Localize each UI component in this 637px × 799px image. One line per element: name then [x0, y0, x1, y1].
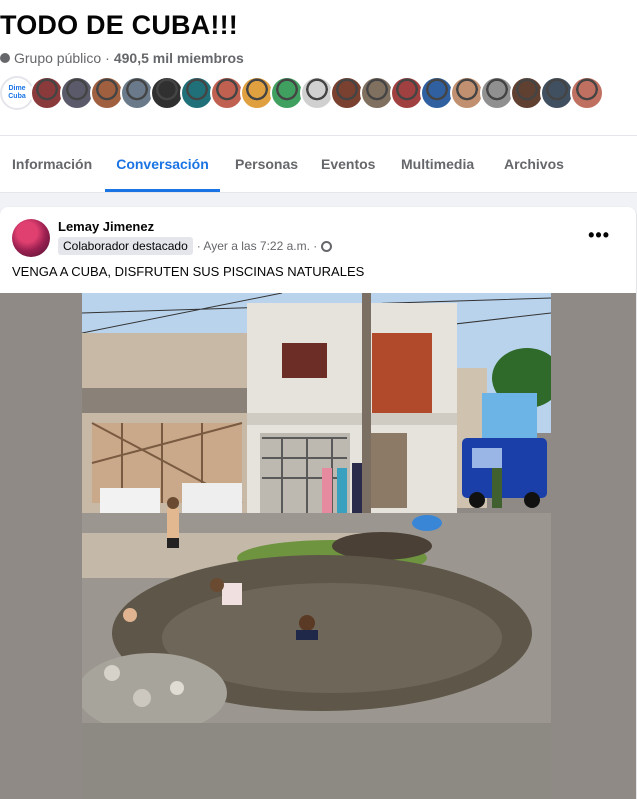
member-avatar[interactable]: [330, 76, 364, 110]
tab-personas[interactable]: Personas: [235, 136, 298, 192]
member-avatar[interactable]: [270, 76, 304, 110]
member-avatars[interactable]: Dime Cuba: [0, 76, 604, 110]
member-avatar[interactable]: [180, 76, 214, 110]
contributor-badge: Colaborador destacado: [58, 237, 193, 255]
member-avatar[interactable]: [210, 76, 244, 110]
member-avatar[interactable]: [300, 76, 334, 110]
tab-archivos[interactable]: Archivos: [504, 136, 564, 192]
post-card: Lemay Jimenez Colaborador destacado · Ay…: [0, 207, 636, 799]
member-avatar[interactable]: [510, 76, 544, 110]
post-subtitle: Colaborador destacado · Ayer a las 7:22 …: [58, 237, 333, 255]
group-privacy: Grupo público: [14, 50, 102, 66]
member-avatar[interactable]: [150, 76, 184, 110]
member-avatar[interactable]: [390, 76, 424, 110]
globe-icon: [321, 240, 333, 252]
street-puddle-image: [82, 293, 551, 799]
tab-eventos[interactable]: Eventos: [321, 136, 376, 192]
group-title[interactable]: TODO DE CUBA!!!: [0, 10, 238, 41]
member-avatar[interactable]: [450, 76, 484, 110]
member-avatar[interactable]: [90, 76, 124, 110]
group-tabs: Información Conversación Personas Evento…: [0, 135, 637, 193]
globe-icon: [0, 53, 10, 63]
member-avatar[interactable]: [480, 76, 514, 110]
member-avatar[interactable]: [570, 76, 604, 110]
post-time[interactable]: · Ayer a las 7:22 a.m. ·: [197, 239, 318, 253]
member-avatar[interactable]: [120, 76, 154, 110]
member-avatar[interactable]: [360, 76, 394, 110]
group-meta: Grupo público · 490,5 mil miembros: [0, 50, 244, 66]
tab-conversacion[interactable]: Conversación: [105, 136, 220, 192]
post-photo[interactable]: [82, 293, 551, 799]
meta-separator: ·: [105, 50, 110, 66]
post-author[interactable]: Lemay Jimenez: [58, 219, 154, 234]
author-avatar[interactable]: [12, 219, 50, 257]
more-options-icon[interactable]: •••: [588, 225, 610, 246]
member-avatar[interactable]: [540, 76, 574, 110]
post-photo-frame: [0, 293, 636, 799]
group-header: TODO DE CUBA!!! Grupo público · 490,5 mi…: [0, 0, 637, 135]
group-members[interactable]: 490,5 mil miembros: [114, 50, 244, 66]
member-avatar[interactable]: [60, 76, 94, 110]
member-avatar[interactable]: [240, 76, 274, 110]
member-avatar[interactable]: [30, 76, 64, 110]
post-text: VENGA A CUBA, DISFRUTEN SUS PISCINAS NAT…: [12, 264, 365, 279]
tab-multimedia[interactable]: Multimedia: [401, 136, 481, 192]
member-avatar[interactable]: [420, 76, 454, 110]
tab-informacion[interactable]: Información: [12, 136, 92, 192]
member-avatar[interactable]: Dime Cuba: [0, 76, 34, 110]
